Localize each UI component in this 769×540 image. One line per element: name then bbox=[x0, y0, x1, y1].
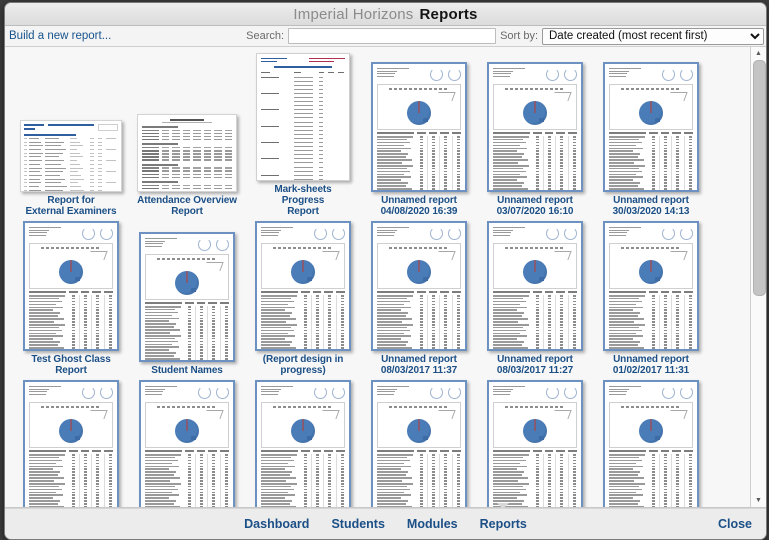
report-thumbnail-preview[interactable] bbox=[255, 380, 351, 507]
report-title-label: Unnamed report 30/03/2020 14:13 bbox=[612, 195, 690, 217]
report-row bbox=[5, 380, 750, 507]
nav-item-dashboard[interactable]: Dashboard bbox=[244, 517, 309, 531]
scroll-down-arrow-icon[interactable]: ▼ bbox=[751, 494, 766, 507]
report-tile[interactable]: Unnamed report 04/08/2020 16:39 bbox=[369, 62, 469, 217]
report-thumbnail-preview[interactable] bbox=[23, 221, 119, 351]
report-tile[interactable]: Unnamed report 01/02/2017 11:31 bbox=[601, 221, 701, 376]
report-thumbnail-preview[interactable] bbox=[20, 120, 122, 192]
nav-item-students[interactable]: Students bbox=[331, 517, 384, 531]
report-title-label: (Report design in progress) bbox=[262, 354, 344, 376]
report-thumbnail-preview[interactable] bbox=[487, 221, 583, 351]
report-tile[interactable]: Mark-sheets Progress Report bbox=[253, 53, 353, 217]
vertical-scrollbar[interactable]: ▲ ▼ bbox=[750, 47, 766, 507]
scrollbar-thumb[interactable] bbox=[753, 60, 766, 297]
report-thumbnail-preview[interactable] bbox=[603, 380, 699, 507]
page-title: Reports bbox=[419, 5, 478, 23]
report-thumbnail-preview[interactable] bbox=[371, 62, 467, 192]
scroll-up-arrow-icon[interactable]: ▲ bbox=[751, 47, 766, 60]
search-label: Search: bbox=[246, 30, 285, 42]
report-tile[interactable]: Unnamed report 30/03/2020 14:13 bbox=[601, 62, 701, 217]
nav-item-reports[interactable]: Reports bbox=[480, 503, 527, 531]
report-tile[interactable]: Attendance Overview Report bbox=[137, 114, 237, 217]
report-tile[interactable]: (Report design in progress) bbox=[253, 221, 353, 376]
report-title-label: Mark-sheets Progress Report bbox=[274, 184, 332, 217]
scrollbar-track[interactable] bbox=[751, 60, 766, 494]
reports-grid: Report for External Examiners Attendance O… bbox=[5, 47, 750, 507]
report-tile[interactable] bbox=[253, 380, 353, 507]
close-button[interactable]: Close bbox=[718, 517, 752, 531]
nav-item-modules[interactable]: Modules bbox=[407, 517, 458, 531]
report-thumbnail-preview[interactable] bbox=[23, 380, 119, 507]
report-title-label: Unnamed report 08/03/2017 11:27 bbox=[496, 354, 574, 376]
report-thumbnail-preview[interactable] bbox=[603, 221, 699, 351]
report-thumbnail-preview[interactable] bbox=[371, 221, 467, 351]
report-tile[interactable] bbox=[137, 380, 237, 507]
active-tab-arrow-icon bbox=[497, 503, 510, 509]
report-tile[interactable]: Unnamed report 08/03/2017 11:27 bbox=[485, 221, 585, 376]
report-tile[interactable] bbox=[369, 380, 469, 507]
report-thumbnail-preview[interactable] bbox=[137, 114, 237, 192]
report-thumbnail-preview[interactable] bbox=[487, 380, 583, 507]
report-tile[interactable]: Student Names bbox=[137, 232, 237, 376]
report-title-label: Unnamed report 04/08/2020 16:39 bbox=[380, 195, 458, 217]
report-tile[interactable]: Test Ghost Class Report bbox=[21, 221, 121, 376]
report-title-label: Unnamed report 01/02/2017 11:31 bbox=[612, 354, 690, 376]
report-thumbnail-preview[interactable] bbox=[139, 380, 235, 507]
report-thumbnail-preview[interactable] bbox=[256, 53, 350, 181]
reports-content-area: Report for External Examiners Attendance O… bbox=[5, 47, 766, 508]
report-thumbnail-preview[interactable] bbox=[139, 232, 235, 362]
report-thumbnail-preview[interactable] bbox=[487, 62, 583, 192]
window-titlebar: Imperial Horizons Reports bbox=[5, 3, 766, 26]
bottom-navigation-bar: Dashboard Students Modules Reports Close bbox=[5, 503, 766, 539]
search-input[interactable] bbox=[288, 28, 497, 44]
sort-by-label: Sort by: bbox=[500, 30, 538, 42]
report-thumbnail-preview[interactable] bbox=[255, 221, 351, 351]
report-tile[interactable] bbox=[21, 380, 121, 507]
report-tile[interactable] bbox=[485, 380, 585, 507]
report-title-label: Attendance Overview Report bbox=[137, 195, 237, 217]
report-tile[interactable]: Report for External Examiners bbox=[20, 120, 122, 217]
app-name: Imperial Horizons bbox=[293, 5, 414, 23]
report-tile[interactable]: Unnamed report 03/07/2020 16:10 bbox=[485, 62, 585, 217]
nav-items: Dashboard Students Modules Reports bbox=[244, 503, 527, 531]
report-row: Test Ghost Class Report Student Names (Rep… bbox=[5, 221, 750, 376]
report-title-label: Unnamed report 03/07/2020 16:10 bbox=[496, 195, 574, 217]
toolbar-right-group: Search: Sort by: Date created (most rece… bbox=[246, 26, 764, 46]
report-tile[interactable]: Unnamed report 08/03/2017 11:37 bbox=[369, 221, 469, 376]
report-row: Report for External Examiners Attendance O… bbox=[5, 53, 750, 217]
report-title-label: Test Ghost Class Report bbox=[31, 354, 111, 376]
sort-by-select[interactable]: Date created (most recent first)Date cre… bbox=[542, 27, 764, 45]
report-thumbnail-preview[interactable] bbox=[371, 380, 467, 507]
report-title-label: Student Names bbox=[151, 365, 223, 376]
report-title-label: Unnamed report 08/03/2017 11:37 bbox=[380, 354, 458, 376]
reports-window: Imperial Horizons Reports Build a new re… bbox=[4, 2, 767, 540]
report-title-label: Report for External Examiners bbox=[25, 195, 117, 217]
report-tile[interactable] bbox=[601, 380, 701, 507]
build-new-report-link[interactable]: Build a new report... bbox=[9, 30, 111, 42]
report-thumbnail-preview[interactable] bbox=[603, 62, 699, 192]
reports-toolbar: Build a new report... Search: Sort by: D… bbox=[5, 26, 766, 47]
